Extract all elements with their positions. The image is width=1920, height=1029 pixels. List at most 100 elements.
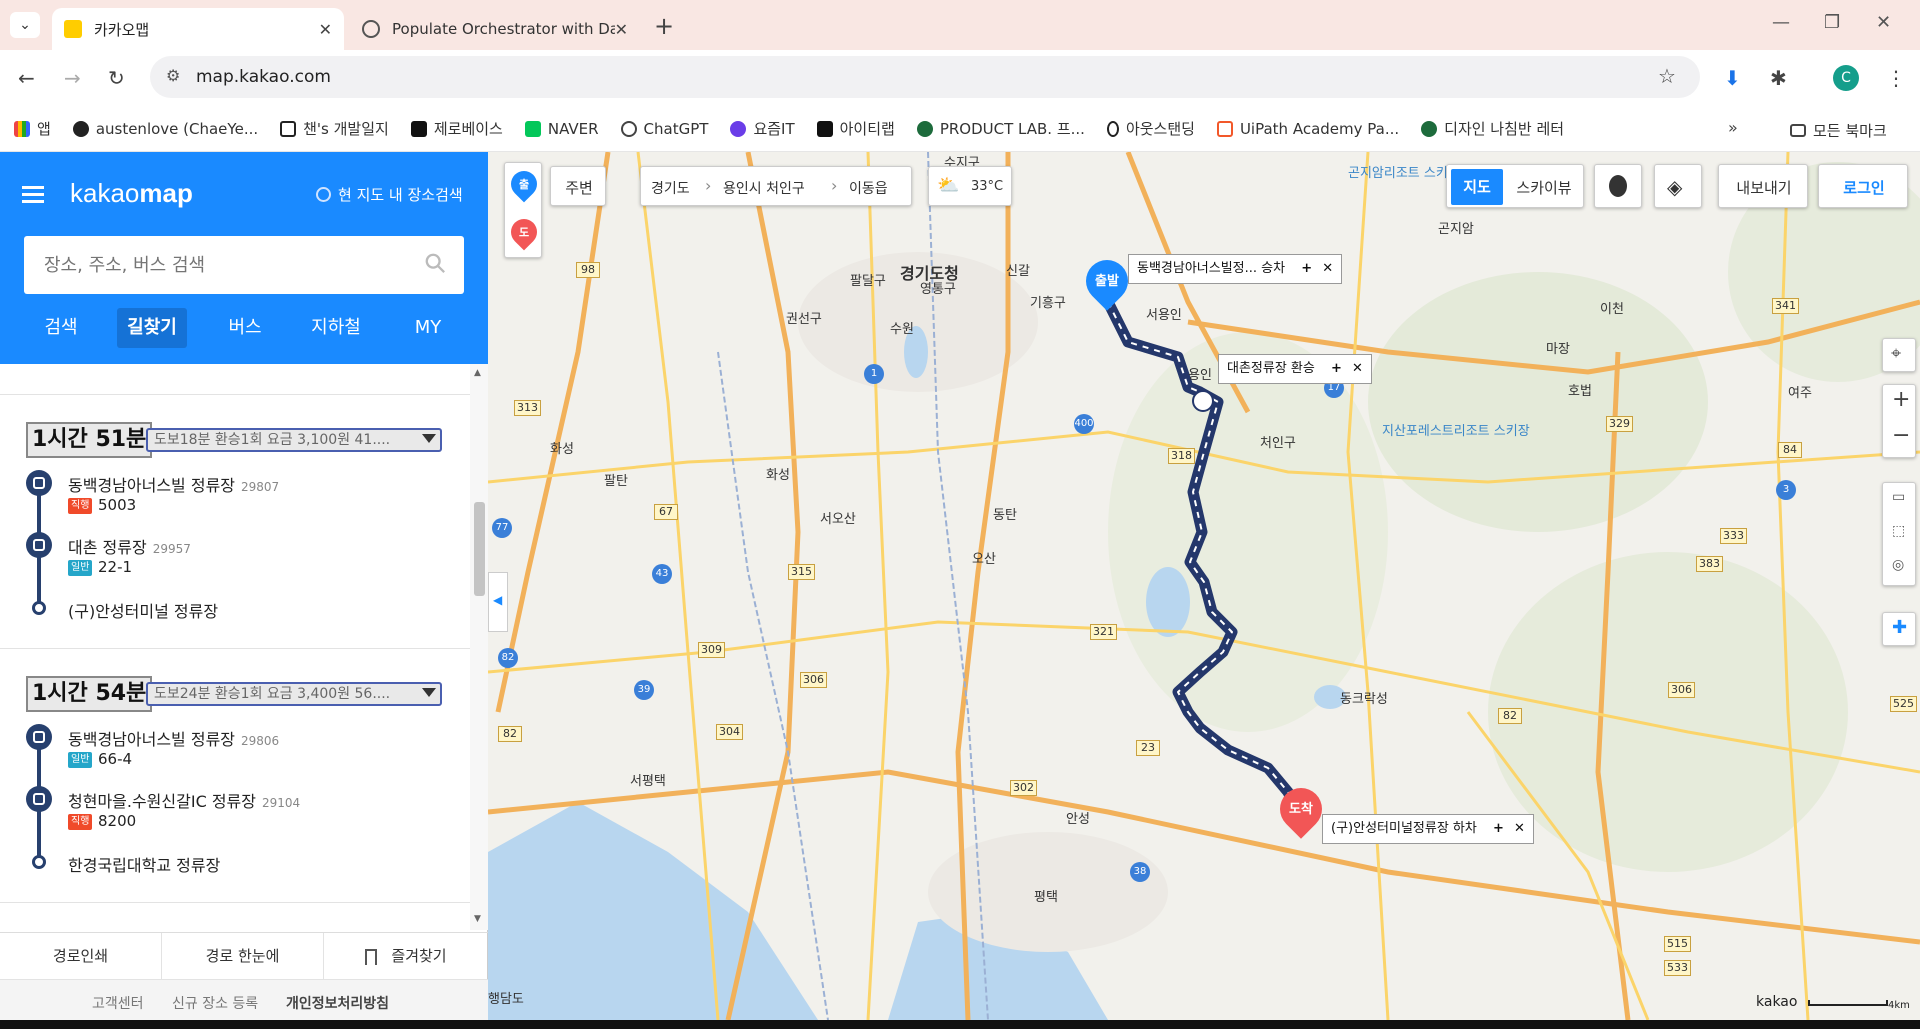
map-label[interactable]: 여주 — [1788, 382, 1812, 401]
weather-widget[interactable]: ⛅ 33°C — [928, 166, 1012, 206]
route-option[interactable]: 1시간 51분 도보18분 환승1회 요금 3,100원 41.... 동백경남… — [0, 422, 470, 678]
in-map-search-checkbox[interactable]: 현 지도 내 장소검색 — [316, 184, 463, 205]
expand-arrow-icon[interactable] — [422, 434, 436, 443]
map-label[interactable]: 용인 — [1188, 364, 1212, 383]
bus-number[interactable]: 22-1 — [98, 558, 132, 576]
bookmark-zerobase[interactable]: 제로베이스 — [410, 118, 503, 139]
map-label[interactable]: 기흥구 — [1030, 292, 1066, 311]
search-input[interactable] — [44, 254, 414, 276]
map-label[interactable]: 권선구 — [786, 308, 822, 327]
map-label[interactable]: 안성 — [1066, 808, 1090, 827]
route-list[interactable]: 1시간 51분 도보18분 환승1회 요금 3,100원 41.... 동백경남… — [0, 364, 470, 930]
tab-search-button[interactable]: ⌄ — [10, 12, 40, 38]
profile-avatar[interactable]: C — [1833, 65, 1859, 91]
nearby-button[interactable]: 주변 — [550, 166, 606, 206]
end-route-label[interactable]: (구)안성터미널정류장 하차 + ✕ — [1322, 814, 1534, 844]
start-route-label[interactable]: 동백경남아너스빌정... 승차 + ✕ — [1128, 254, 1343, 284]
restore-icon[interactable]: ❐ — [1824, 12, 1840, 33]
route-duration[interactable]: 1시간 54분 — [26, 676, 153, 712]
kakaomap-logo[interactable]: kakaomap — [70, 178, 193, 209]
download-icon[interactable]: ⬇ — [1724, 66, 1741, 90]
forward-icon[interactable]: → — [64, 66, 81, 90]
layers-button[interactable]: ◈ — [1654, 164, 1702, 208]
route-summary[interactable]: 도보18분 환승1회 요금 3,100원 41.... — [146, 428, 442, 452]
bookmark-github[interactable]: austenlove (ChaeYe... — [72, 120, 258, 138]
area-icon[interactable]: ⬚ — [1892, 523, 1905, 539]
scroll-up-icon[interactable]: ▲ — [474, 368, 481, 378]
all-bookmarks[interactable]: 모든 북마크 — [1790, 120, 1887, 141]
export-button[interactable]: 내보내기 — [1718, 164, 1808, 208]
remove-icon[interactable]: ✕ — [1514, 821, 1525, 836]
remove-icon[interactable]: ✕ — [1352, 361, 1363, 376]
tab-orchestrator[interactable]: Populate Orchestrator with Da ✕ — [350, 8, 640, 50]
map-label[interactable]: 화성 — [766, 464, 790, 483]
print-route-button[interactable]: 경로인쇄 — [0, 933, 162, 979]
bus-number[interactable]: 5003 — [98, 496, 136, 514]
close-window-icon[interactable]: ✕ — [1876, 12, 1891, 33]
collapse-panel-button[interactable]: ◀ — [488, 572, 508, 632]
breadcrumb-town[interactable]: 이동읍 — [849, 178, 888, 198]
bookmark-apps[interactable]: 앱 — [14, 118, 51, 139]
map-label[interactable]: 팔탄 — [604, 470, 628, 489]
map-label[interactable]: 지산포레스트리조트 스키장 — [1382, 420, 1530, 439]
reload-icon[interactable]: ↻ — [108, 66, 125, 90]
bookmark-notion[interactable]: 챈's 개발일지 — [280, 118, 389, 139]
map-label[interactable]: 이천 — [1600, 298, 1624, 317]
skyview-button[interactable]: 스카이뷰 — [1509, 177, 1579, 198]
more-bookmarks-icon[interactable]: » — [1728, 118, 1738, 137]
remove-icon[interactable]: ✕ — [1322, 261, 1333, 276]
scroll-down-icon[interactable]: ▼ — [474, 914, 481, 924]
route-option[interactable]: 1시간 54분 도보24분 환승1회 요금 3,400원 56.... 동백경남… — [0, 676, 470, 930]
tab-kakaomap[interactable]: 카카오맵 ✕ — [52, 8, 344, 50]
map-label[interactable]: 신갈 — [1006, 260, 1030, 279]
minimize-icon[interactable]: — — [1772, 12, 1790, 33]
close-tab-icon[interactable]: ✕ — [319, 20, 332, 39]
extensions-icon[interactable]: ✱ — [1770, 66, 1787, 90]
tab-bus[interactable]: 버스 — [216, 308, 274, 348]
map-view-button[interactable]: 지도 — [1451, 169, 1503, 205]
bookmark-star-icon[interactable]: ☆ — [1658, 64, 1676, 88]
expand-arrow-icon[interactable] — [422, 688, 436, 697]
zoom-out-icon[interactable]: − — [1892, 423, 1910, 448]
hamburger-menu-icon[interactable] — [22, 186, 44, 203]
map-label[interactable]: 호법 — [1568, 380, 1592, 399]
add-pin-button[interactable]: ✚ — [1882, 612, 1916, 646]
tab-my[interactable]: MY — [400, 308, 456, 348]
map-label[interactable]: 동크락성 — [1340, 688, 1388, 707]
map-label[interactable]: 수원 — [890, 318, 914, 337]
new-tab-icon[interactable]: + — [654, 12, 674, 40]
bus-number[interactable]: 66-4 — [98, 750, 132, 768]
transfer-bus-icon[interactable] — [1192, 390, 1214, 412]
route-summary[interactable]: 도보24분 환승1회 요금 3,400원 56.... — [146, 682, 442, 706]
route-overview-button[interactable]: 경로 한눈에 — [162, 933, 324, 979]
customer-center-link[interactable]: 고객센터 — [92, 993, 144, 1013]
stop-name[interactable]: 한경국립대학교 정류장 — [68, 852, 220, 876]
map-label[interactable]: 서평택 — [630, 770, 666, 789]
site-info-icon[interactable]: ⚙ — [166, 66, 180, 85]
stop-name[interactable]: (구)안성터미널 정류장 — [68, 598, 218, 622]
bookmark-chatgpt[interactable]: ChatGPT — [620, 120, 708, 138]
bookmark-yozmit[interactable]: 요즘IT — [730, 118, 795, 139]
map-label[interactable]: 서오산 — [820, 508, 856, 527]
bus-number[interactable]: 8200 — [98, 812, 136, 830]
menu-icon[interactable]: ⋮ — [1886, 66, 1906, 90]
map-label[interactable]: 처인구 — [1260, 432, 1296, 451]
map-label[interactable]: 동탄 — [993, 504, 1017, 523]
map-label[interactable]: 행담도 — [488, 988, 524, 1007]
bookmark-outstanding[interactable]: 아웃스탠딩 — [1106, 118, 1195, 139]
stop-name[interactable]: 동백경남아너스빌 정류장 29806 — [68, 726, 279, 750]
bookmark-naver[interactable]: NAVER — [524, 120, 599, 138]
bookmark-uipath[interactable]: UiPath Academy Pa... — [1216, 120, 1399, 138]
my-location-button[interactable]: ⌖ — [1882, 338, 1916, 372]
back-icon[interactable]: ← — [18, 66, 35, 90]
map-label[interactable]: 곤지암 — [1438, 218, 1474, 237]
close-tab-icon[interactable]: ✕ — [615, 20, 628, 39]
map-label[interactable]: 팔달구 — [850, 270, 886, 289]
map-label[interactable]: 곤지암리조트 스키장 — [1348, 162, 1460, 181]
transfer-route-label[interactable]: 대촌정류장 환승 + ✕ — [1218, 354, 1372, 384]
map-label[interactable]: 오산 — [972, 548, 996, 567]
address-bar[interactable]: ⚙ map.kakao.com ☆ — [150, 56, 1700, 98]
route-duration[interactable]: 1시간 51분 — [26, 422, 153, 458]
ruler-icon[interactable]: ▭ — [1892, 489, 1905, 505]
privacy-policy-link[interactable]: 개인정보처리방침 — [286, 993, 389, 1013]
